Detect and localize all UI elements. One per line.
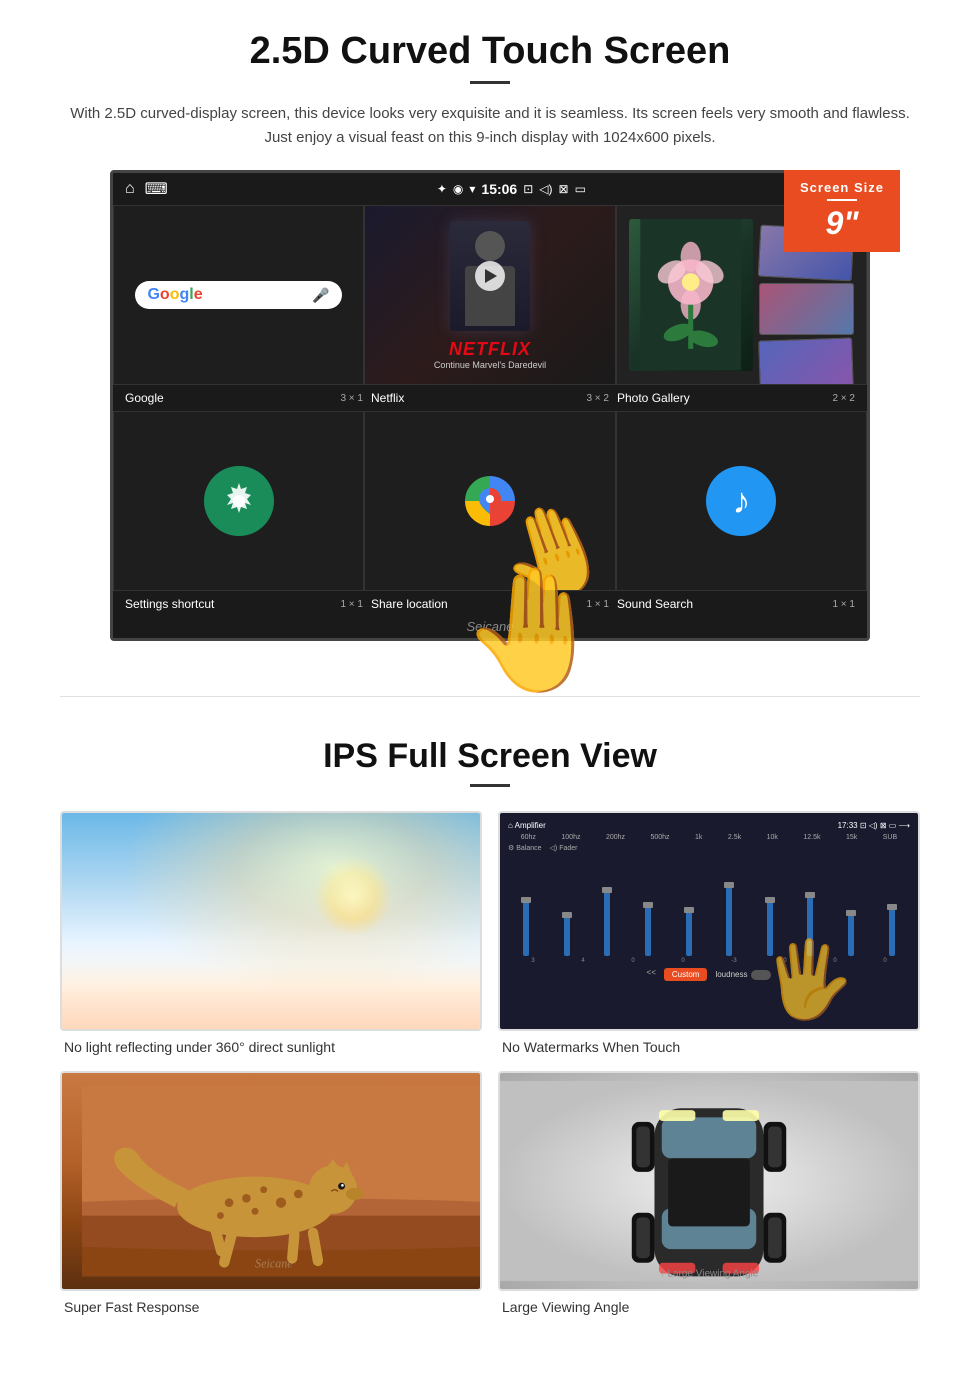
music-icon: ♪: [706, 466, 776, 536]
car-image-container: ↑ Large Viewing Angle: [498, 1071, 920, 1291]
volume-icon: ◁): [539, 182, 552, 196]
mic-icon[interactable]: 🎤: [312, 287, 329, 304]
eq-slider-5[interactable]: [686, 911, 692, 956]
flower-image: [629, 219, 752, 370]
eq-hand-icon: 🖐: [762, 936, 855, 1024]
feature3-caption: Super Fast Response: [60, 1299, 482, 1315]
screen-mockup: Screen Size 9" ⌂ ⌨ ✦ ◉ ▾ 15:06 ⊡ ◁) ⊠: [110, 170, 870, 641]
sound-label: Sound Search 1 × 1: [613, 595, 859, 613]
eq-slider-2[interactable]: [564, 916, 570, 956]
sound-app-size: 1 × 1: [832, 599, 855, 610]
google-search-bar[interactable]: Google 🎤: [135, 281, 341, 309]
app-label-row1: Google 3 × 1 Netflix 3 × 2 Photo Gallery…: [113, 385, 867, 411]
settings-icon-circle: [204, 466, 274, 536]
eq-slider-1[interactable]: [523, 901, 529, 956]
cheetah-image: Seicane: [62, 1073, 480, 1289]
eq-slider-6[interactable]: [726, 886, 732, 956]
cheetah-svg: Seicane: [82, 1073, 480, 1289]
camera-icon: ⊡: [523, 182, 533, 196]
home-icon-eq: ⌂ Amplifier: [508, 821, 546, 830]
location-icon: ◉: [453, 182, 463, 196]
netflix-content: NETFLIX Continue Marvel's Daredevil: [365, 206, 614, 384]
share-app-name: Share location: [371, 597, 448, 611]
feature-no-light: No light reflecting under 360° direct su…: [60, 811, 482, 1055]
netflix-app-name: Netflix: [371, 391, 404, 405]
section2-divider: [470, 784, 510, 787]
status-left-icons: ⌂ ⌨: [125, 179, 168, 199]
cheetah-image-container: Seicane: [60, 1071, 482, 1291]
section-curved-touch: 2.5D Curved Touch Screen With 2.5D curve…: [0, 0, 980, 666]
sky-image: [62, 813, 480, 1029]
settings-label: Settings shortcut 1 × 1: [121, 595, 367, 613]
sky-image-container: [60, 811, 482, 1031]
custom-button[interactable]: Custom: [664, 968, 708, 981]
badge-divider: [827, 199, 857, 201]
car-top-view-svg: ↑ Large Viewing Angle: [500, 1073, 918, 1289]
home-icon[interactable]: ⌂: [125, 180, 135, 198]
app-grid-row1: Google 🎤: [113, 205, 867, 385]
screen-size-badge: Screen Size 9": [784, 170, 900, 252]
netflix-logo: NETFLIX: [434, 339, 546, 360]
google-app-size: 3 × 1: [340, 393, 363, 404]
feature-fast-response: Seicane Super Fast Response: [60, 1071, 482, 1315]
section2-title: IPS Full Screen View: [60, 737, 920, 776]
netflix-subtitle: Continue Marvel's Daredevil: [434, 360, 546, 370]
svg-text:↑ Large Viewing Angle: ↑ Large Viewing Angle: [660, 1268, 759, 1279]
eq-top-bar: ⌂ Amplifier 17:33 ⊡ ◁) ⊠ ▭ ⟶: [508, 821, 910, 830]
time-display: 15:06: [481, 181, 517, 197]
eq-screen-container: ⌂ Amplifier 17:33 ⊡ ◁) ⊠ ▭ ⟶ 60hz100hz20…: [498, 811, 920, 1031]
gallery-app-size: 2 × 2: [832, 393, 855, 404]
google-app-cell[interactable]: Google 🎤: [113, 205, 364, 385]
section1-description: With 2.5D curved-display screen, this de…: [60, 102, 920, 150]
sound-app-name: Sound Search: [617, 597, 693, 611]
usb-icon: ⌨: [145, 179, 168, 199]
section1-title: 2.5D Curved Touch Screen: [60, 30, 920, 73]
section-ips-view: IPS Full Screen View No light reflecting…: [0, 727, 980, 1345]
settings-app-cell[interactable]: [113, 411, 364, 591]
bluetooth-icon: ✦: [437, 182, 447, 196]
equalizer-screen: ⌂ Amplifier 17:33 ⊡ ◁) ⊠ ▭ ⟶ 60hz100hz20…: [500, 813, 918, 1029]
wifi-icon: ▾: [469, 182, 475, 196]
svg-text:Seicane: Seicane: [255, 1257, 293, 1271]
status-center: ✦ ◉ ▾ 15:06 ⊡ ◁) ⊠ ▭: [168, 181, 855, 197]
feature4-caption: Large Viewing Angle: [498, 1299, 920, 1315]
feature-viewing-angle: ↑ Large Viewing Angle Large Viewing Angl…: [498, 1071, 920, 1315]
feature2-caption: No Watermarks When Touch: [498, 1039, 920, 1055]
title-divider: [470, 81, 510, 84]
hand-touch-icon: 🤚: [460, 561, 609, 701]
car-top-view-image: ↑ Large Viewing Angle: [500, 1073, 918, 1289]
eq-slider-10[interactable]: [889, 908, 895, 956]
window-icon: ▭: [575, 182, 586, 196]
netflix-app-cell[interactable]: NETFLIX Continue Marvel's Daredevil: [364, 205, 615, 385]
google-label: Google 3 × 1: [121, 389, 367, 407]
gallery-app-name: Photo Gallery: [617, 391, 690, 405]
settings-app-size: 1 × 1: [340, 599, 363, 610]
gear-icon: [219, 481, 259, 521]
badge-label: Screen Size: [800, 180, 884, 195]
gallery-label: Photo Gallery 2 × 2: [613, 389, 859, 407]
netflix-app-size: 3 × 2: [586, 393, 609, 404]
status-bar: ⌂ ⌨ ✦ ◉ ▾ 15:06 ⊡ ◁) ⊠ ▭: [113, 173, 867, 205]
google-app-name: Google: [125, 391, 164, 405]
netflix-label: Netflix 3 × 2: [367, 389, 613, 407]
feature-no-watermarks: ⌂ Amplifier 17:33 ⊡ ◁) ⊠ ▭ ⟶ 60hz100hz20…: [498, 811, 920, 1055]
feature1-caption: No light reflecting under 360° direct su…: [60, 1039, 482, 1055]
eq-slider-3[interactable]: [604, 891, 610, 956]
eq-time: 17:33 ⊡ ◁) ⊠ ▭ ⟶: [838, 821, 910, 830]
feature-grid: No light reflecting under 360° direct su…: [60, 811, 920, 1315]
eq-freq-labels: 60hz100hz200hz500hz1k2.5k10k12.5k15kSUB: [508, 834, 910, 841]
x-icon: ⊠: [559, 182, 569, 196]
sound-search-cell[interactable]: ♪: [616, 411, 867, 591]
settings-app-name: Settings shortcut: [125, 597, 214, 611]
play-button[interactable]: [475, 261, 505, 291]
eq-slider-4[interactable]: [645, 906, 651, 956]
google-logo: Google: [147, 286, 202, 304]
badge-size: 9": [826, 205, 859, 241]
